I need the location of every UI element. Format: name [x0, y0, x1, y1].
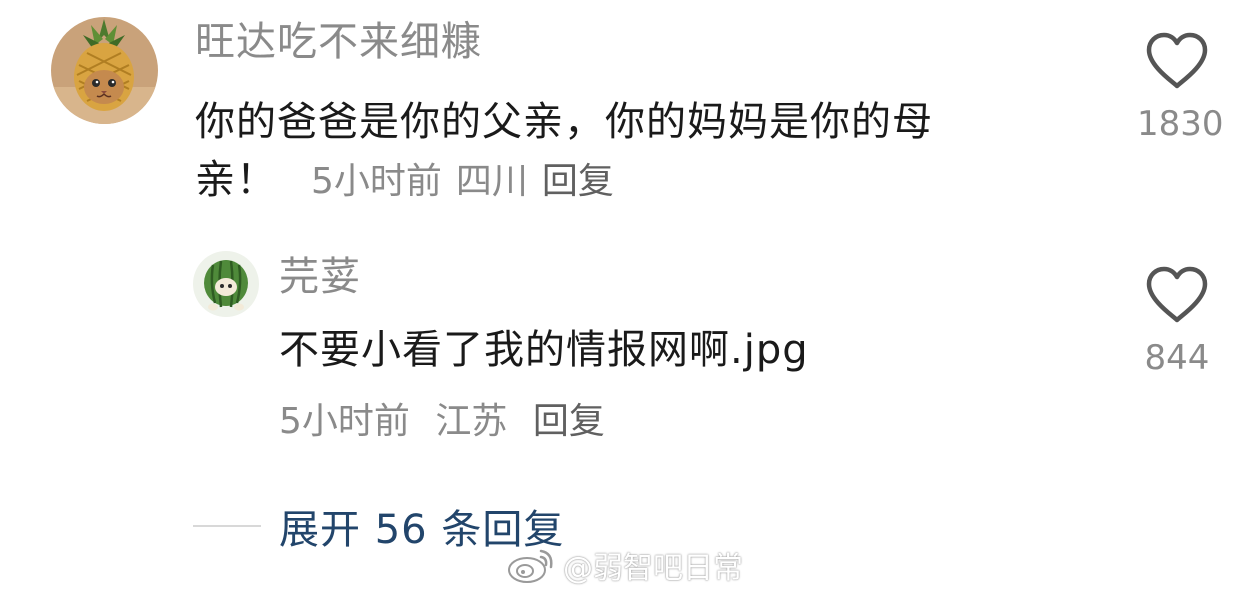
heart-icon [1146, 266, 1208, 323]
comment-meta: 5小时前 四川 回复 [311, 161, 628, 202]
watermelon-creature-avatar [193, 251, 259, 317]
reply-button[interactable]: 回复 [542, 161, 614, 202]
comment-text-line: 亲！ [195, 157, 277, 203]
commenter-username[interactable]: 旺达吃不来细糠 [195, 18, 482, 66]
like-count: 844 [1144, 338, 1210, 378]
comment-time: 5小时前 [311, 161, 442, 202]
comment-text-line-with-meta: 亲！ 5小时前 四川 回复 [195, 151, 1095, 211]
commenter-avatar[interactable] [51, 17, 158, 124]
weibo-logo-icon [508, 549, 553, 583]
replier-username[interactable]: 芫荽 [279, 253, 361, 301]
watermark: @弱智吧日常 [505, 544, 743, 586]
comment-text-line: 你的爸爸是你的父亲，你的妈妈是你的母 [195, 99, 933, 145]
comment-body: 你的爸爸是你的父亲，你的妈妈是你的母 亲！ 5小时前 四川 回复 [195, 93, 1095, 211]
comment-location: 四川 [455, 161, 528, 202]
reply-meta: 5小时前 江苏 回复 [279, 398, 619, 446]
reply-body: 不要小看了我的情报网啊.jpg [279, 327, 809, 373]
watermark-text: @弱智吧日常 [563, 551, 743, 586]
reply-time: 5小时前 [279, 401, 410, 442]
like-button[interactable]: 844 [1137, 266, 1217, 378]
reply-location: 江苏 [435, 401, 508, 442]
heart-icon [1146, 32, 1208, 89]
reply-button[interactable]: 回复 [533, 401, 605, 442]
replier-avatar[interactable] [193, 251, 259, 317]
divider [193, 525, 261, 527]
like-button[interactable]: 1830 [1137, 32, 1224, 144]
like-count: 1830 [1137, 104, 1224, 144]
pineapple-cat-avatar [51, 17, 158, 124]
